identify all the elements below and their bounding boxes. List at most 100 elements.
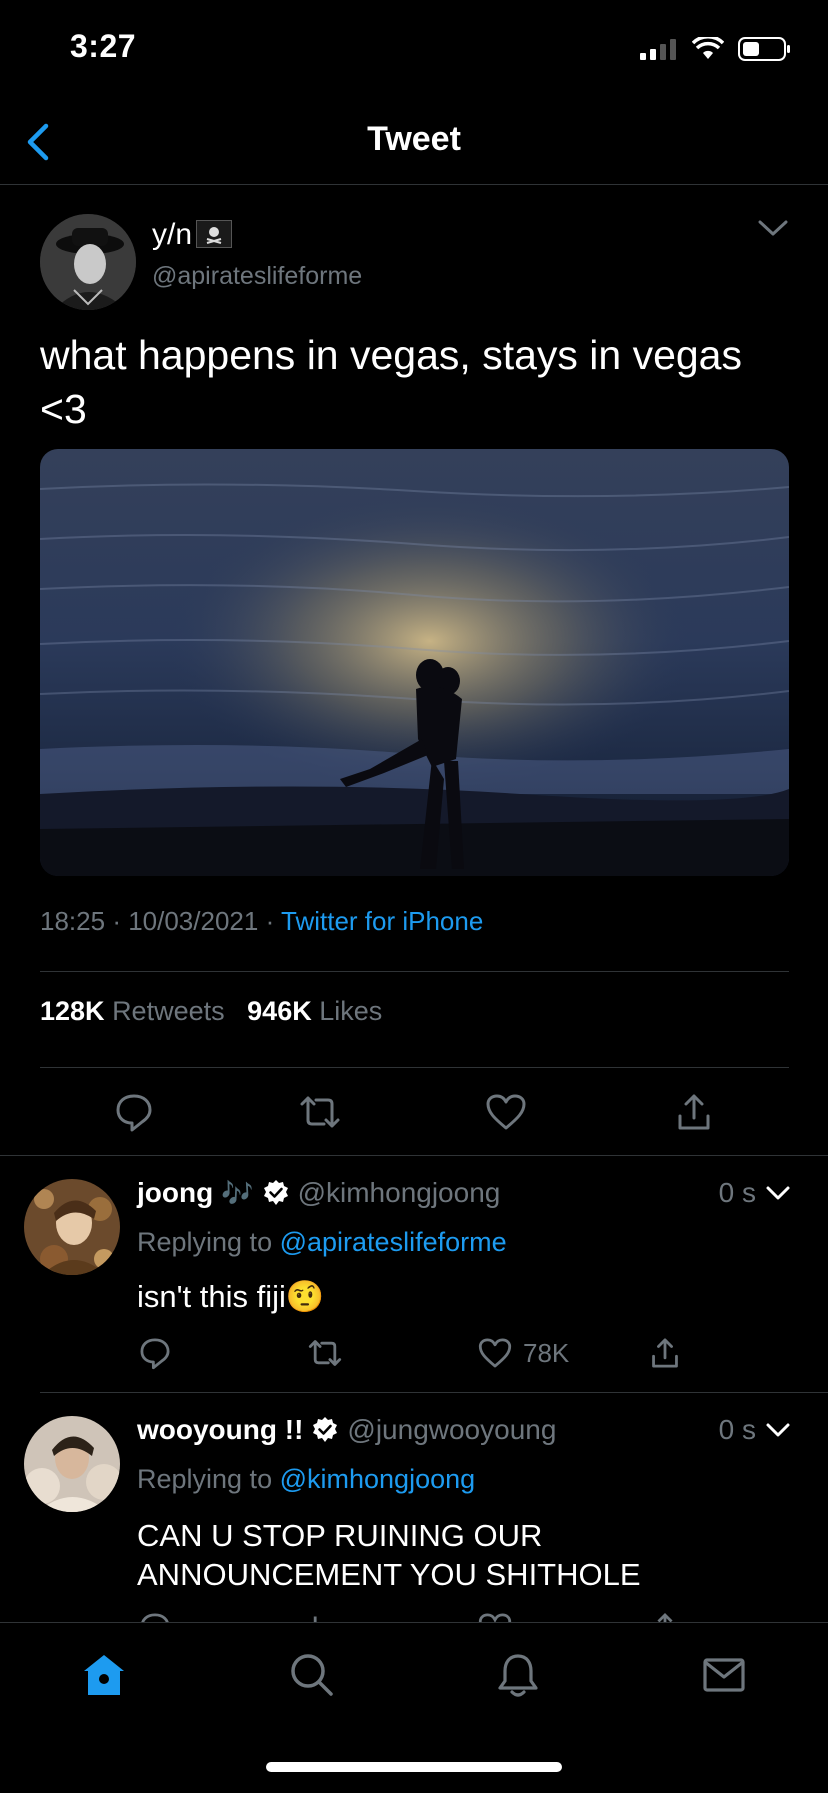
reply-author-name[interactable]: wooyoung !! [137, 1414, 303, 1446]
bell-icon [498, 1654, 538, 1697]
divider [40, 971, 789, 972]
raised-eyebrow-emoji: 🤨 [285, 1279, 325, 1314]
retweet-icon [313, 1616, 317, 1622]
home-indicator[interactable] [266, 1762, 562, 1772]
tab-notifications[interactable] [494, 1651, 542, 1699]
author-name[interactable]: y/n [152, 218, 233, 252]
retweet-icon [308, 1340, 342, 1366]
verified-icon [263, 1180, 288, 1205]
like-button[interactable] [477, 1610, 513, 1622]
replying-to-handle[interactable]: @kimhongjoong [280, 1464, 476, 1494]
reply-action-bar [137, 1610, 697, 1622]
reply-text: CAN U STOP RUINING OUR ANNOUNCEMENT YOU … [137, 1516, 757, 1594]
reply-timestamp: 0 s [718, 1414, 756, 1445]
author-handle[interactable]: @apirateslifeforme [152, 262, 362, 291]
wifi-icon [692, 37, 724, 59]
retweet-button[interactable] [307, 1610, 343, 1622]
tweet-photo[interactable] [40, 449, 789, 876]
heart-icon [486, 1094, 526, 1130]
tweet-date: 10/03/2021 [128, 906, 259, 936]
reply-author-handle[interactable]: @jungwooyoung [347, 1414, 556, 1446]
tweet-action-bar [0, 1090, 828, 1160]
cellular-signal-icon [640, 39, 676, 60]
author-avatar[interactable] [40, 214, 136, 310]
share-icon [652, 1338, 678, 1368]
reply-action-bar: 78K [137, 1335, 697, 1375]
page-title: Tweet [367, 120, 461, 158]
reply-button[interactable] [112, 1090, 156, 1134]
heart-icon [478, 1338, 512, 1368]
navigation-bar: Tweet [0, 100, 828, 185]
reply-tweet[interactable]: joong 🎶 @kimhongjoong 0 s Replying to @ap… [0, 1155, 828, 1392]
retweets-label: Retweets [112, 996, 225, 1026]
reply-tweet[interactable]: wooyoung !! @jungwooyoung 0 s Replying t… [0, 1392, 828, 1622]
share-button[interactable] [647, 1335, 683, 1371]
tweet-time: 18:25 [40, 906, 106, 936]
reply-text-line-1: CAN U STOP RUINING OUR [137, 1518, 543, 1553]
tab-home[interactable] [80, 1651, 128, 1699]
avatar[interactable] [24, 1179, 120, 1275]
heart-icon [478, 1613, 512, 1622]
reply-author-name[interactable]: joong [137, 1177, 213, 1209]
reply-header: wooyoung !! @jungwooyoung [137, 1414, 556, 1446]
meta-separator: · [265, 906, 281, 936]
retweets-stat[interactable]: 128K Retweets [40, 996, 232, 1026]
likes-stat[interactable]: 946K Likes [247, 996, 382, 1026]
reply-icon [140, 1338, 170, 1370]
share-icon [678, 1094, 710, 1130]
reply-header: joong 🎶 @kimhongjoong [137, 1177, 500, 1209]
replying-to-handle[interactable]: @apirateslifeforme [280, 1227, 507, 1257]
likes-label: Likes [319, 996, 383, 1026]
reply-text: isn't this fiji🤨 [137, 1277, 757, 1316]
battery-icon [738, 37, 790, 61]
reply-time: 0 s [719, 1177, 792, 1209]
likes-count: 946K [247, 996, 312, 1026]
reply-timestamp: 0 s [718, 1177, 756, 1208]
divider [40, 1067, 789, 1068]
like-button[interactable] [484, 1090, 528, 1134]
share-button[interactable] [647, 1610, 683, 1622]
share-icon [657, 1612, 673, 1622]
meta-separator: · [112, 906, 129, 936]
like-count: 78K [523, 1337, 570, 1368]
music-notes-emoji: 🎶 [221, 1177, 254, 1208]
replying-to-line: Replying to @kimhongjoong [137, 1464, 475, 1495]
chevron-down-icon[interactable] [764, 1420, 792, 1440]
pirate-flag-icon [196, 220, 233, 249]
verified-icon [313, 1417, 338, 1442]
reply-button[interactable] [137, 1610, 173, 1622]
search-icon [291, 1654, 333, 1696]
tab-search[interactable] [288, 1651, 336, 1699]
status-indicators [640, 36, 792, 62]
tweet-meta: 18:25 · 10/03/2021 · Twitter for iPhone [40, 906, 483, 937]
tweet-text-line-1: what happens in vegas, stays in vegas [40, 332, 742, 378]
reply-icon [141, 1613, 169, 1622]
tab-messages[interactable] [700, 1651, 748, 1699]
replying-prefix: Replying to [137, 1464, 273, 1494]
share-button[interactable] [672, 1090, 716, 1134]
retweet-button[interactable] [307, 1335, 343, 1371]
chevron-down-icon [758, 220, 788, 236]
status-time: 3:27 [70, 28, 137, 64]
chevron-down-icon[interactable] [764, 1183, 792, 1203]
reply-button[interactable] [137, 1335, 173, 1371]
replying-prefix: Replying to [137, 1227, 273, 1257]
author-name-text: y/n [152, 218, 193, 251]
reply-icon [116, 1094, 152, 1132]
tweet-source-link[interactable]: Twitter for iPhone [281, 906, 483, 936]
engagement-counts: 128K Retweets 946K Likes [40, 996, 382, 1027]
like-button[interactable]: 78K [477, 1335, 569, 1371]
tweet-options-button[interactable] [756, 216, 790, 245]
retweets-count: 128K [40, 996, 105, 1026]
reply-text-content: isn't this fiji [137, 1279, 286, 1314]
tweet-text: what happens in vegas, stays in vegas <3 [40, 328, 800, 436]
home-icon [84, 1655, 124, 1695]
retweet-button[interactable] [298, 1090, 342, 1134]
avatar[interactable] [24, 1416, 120, 1512]
reply-text-line-2: ANNOUNCEMENT YOU SHITHOLE [137, 1557, 641, 1592]
mail-icon [703, 1658, 745, 1692]
reply-time: 0 s [719, 1414, 792, 1446]
replying-to-line: Replying to @apirateslifeforme [137, 1227, 507, 1258]
reply-author-handle[interactable]: @kimhongjoong [298, 1177, 501, 1209]
retweet-icon [300, 1096, 340, 1128]
